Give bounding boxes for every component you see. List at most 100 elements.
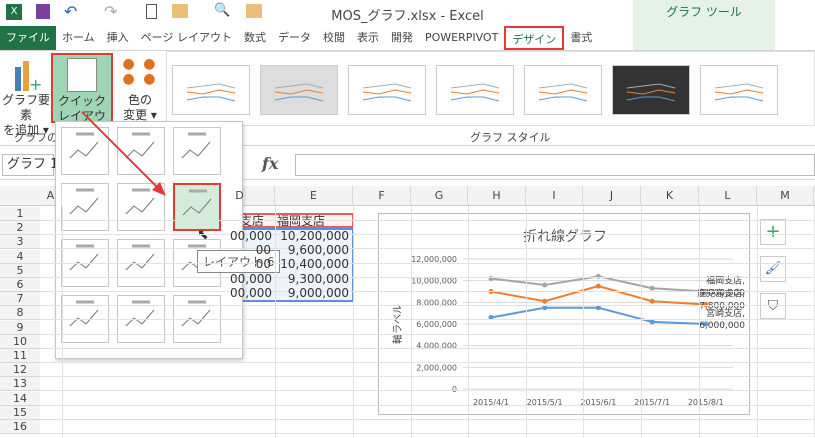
layout-option-3[interactable]	[173, 127, 221, 175]
layout-option-4[interactable]	[61, 183, 109, 231]
row-header-9[interactable]: 9	[0, 320, 40, 335]
tab-11[interactable]: 書式	[564, 26, 598, 50]
chart-style-6[interactable]	[612, 65, 690, 115]
name-box[interactable]: グラフ 1	[2, 154, 58, 176]
tab-1[interactable]: ホーム	[56, 26, 101, 50]
gridline	[468, 206, 469, 438]
column-header-L[interactable]: L	[699, 186, 757, 206]
tab-4[interactable]: 数式	[238, 26, 272, 50]
cell-d4[interactable]: 00	[230, 243, 274, 257]
cell-d2[interactable]: 支店	[240, 214, 275, 228]
gridline	[526, 206, 527, 438]
chart-element-icon: +	[11, 57, 42, 93]
change-colors-button[interactable]: ● ● ● ● 色の 変更 ▾	[118, 57, 162, 123]
chart-style-4[interactable]	[436, 65, 514, 115]
row-header-6[interactable]: 6	[0, 278, 40, 292]
row-header-12[interactable]: 12	[0, 363, 40, 378]
row-header-11[interactable]: 11	[0, 349, 40, 363]
gridline	[757, 206, 758, 438]
quick-layout-button[interactable]: クイックレイアウト ▾	[51, 53, 113, 138]
cell-d3[interactable]: 00,000	[230, 229, 274, 243]
ribbon-tabs: ファイル ホーム 挿入 ページ レイアウト 数式 データ 校閲 表示 開発 POWERPIVOT デ…	[0, 26, 815, 50]
row-header-5[interactable]: 5	[0, 263, 40, 278]
tab-10[interactable]: デザイン	[504, 26, 565, 50]
row-header-13[interactable]: 13	[0, 377, 40, 392]
gridline	[641, 206, 642, 438]
data-point	[542, 298, 548, 304]
group-label-styles: グラフ スタイル	[470, 131, 551, 144]
cell-d6[interactable]: 00,000	[230, 272, 274, 286]
add-chart-element-button[interactable]: + グラフ要素 を追加 ▾	[2, 57, 50, 138]
quick-layout-icon	[67, 58, 97, 92]
palette-icon: ● ● ● ●	[122, 56, 158, 87]
row-header-4[interactable]: 4	[0, 249, 40, 264]
x-tick-label: 2015/6/1	[580, 398, 616, 407]
chart-style-3[interactable]	[348, 65, 426, 115]
tab-2[interactable]: 挿入	[101, 26, 135, 50]
tab-0[interactable]: ファイル	[0, 26, 56, 50]
gridline	[353, 206, 354, 438]
y-tick-label: 4,000,000	[416, 342, 457, 351]
column-header-G[interactable]: G	[411, 186, 468, 206]
row-header-1[interactable]: 1	[0, 207, 40, 221]
row-header-3[interactable]: 3	[0, 235, 40, 250]
cell-e3[interactable]: 10,200,000	[277, 229, 352, 243]
column-header-H[interactable]: H	[468, 186, 526, 206]
cell-e2[interactable]: 福岡支店	[277, 214, 352, 228]
cell-e6[interactable]: 9,300,000	[277, 272, 352, 286]
chart-style-7[interactable]	[700, 65, 778, 115]
column-header-E[interactable]: E	[275, 186, 353, 206]
insert-function-icon[interactable]: fx	[262, 154, 278, 173]
tab-9[interactable]: POWERPIVOT	[419, 26, 504, 50]
chart-title: 折れ線グラフ	[523, 229, 607, 245]
data-point	[649, 285, 655, 291]
gridline	[411, 206, 412, 438]
chart-styles-gallery	[166, 51, 815, 126]
label: クイック	[57, 94, 106, 108]
y-tick-label: 6,000,000	[416, 320, 457, 329]
chart-style-5[interactable]	[524, 65, 602, 115]
cell-e7[interactable]: 9,000,000	[277, 286, 352, 300]
data-label: 宮崎支店,	[706, 307, 745, 319]
data-label: 6,000,000	[699, 321, 745, 331]
data-point	[595, 283, 601, 289]
tab-3[interactable]: ページ レイアウト	[135, 26, 238, 50]
label: 色の	[127, 93, 152, 107]
tab-8[interactable]: 開発	[385, 26, 419, 50]
data-label: 鹿児島支店,	[697, 288, 745, 300]
row-header-16[interactable]: 16	[0, 420, 40, 434]
cell-e4[interactable]: 9,600,000	[277, 243, 352, 257]
tab-5[interactable]: データ	[272, 26, 317, 50]
column-header-D[interactable]: D	[205, 186, 275, 206]
row-header-14[interactable]: 14	[0, 391, 40, 406]
tab-7[interactable]: 表示	[351, 26, 385, 50]
column-header-M[interactable]: M	[757, 186, 814, 206]
column-header-A[interactable]: A	[40, 186, 62, 206]
tab-6[interactable]: 校閲	[317, 26, 351, 50]
layout-option-1[interactable]	[61, 127, 109, 175]
chart[interactable]: 折れ線グラフ軸ラベル02,000,0004,000,0006,000,0008,…	[378, 213, 750, 415]
formula-input[interactable]	[295, 154, 815, 176]
chart-style-1[interactable]	[172, 65, 250, 115]
chart-styles-brush-button[interactable]: 🖌	[760, 256, 786, 282]
row-header-10[interactable]: 10	[0, 334, 40, 349]
chart-elements-button[interactable]: +	[760, 219, 786, 245]
layout-option-2[interactable]	[117, 127, 165, 175]
row-header-8[interactable]: 8	[0, 306, 40, 321]
x-tick-label: 2015/4/1	[473, 398, 509, 407]
cell-d7[interactable]: 00,000	[230, 286, 274, 300]
column-header-I[interactable]: I	[526, 186, 583, 206]
column-header-K[interactable]: K	[641, 186, 699, 206]
column-header-J[interactable]: J	[583, 186, 641, 206]
row-header-15[interactable]: 15	[0, 405, 40, 420]
row-header-2[interactable]: 2	[0, 221, 40, 236]
x-tick-label: 2015/5/1	[527, 398, 563, 407]
cell-d5[interactable]: 00	[230, 257, 274, 271]
x-tick-label: 2015/8/1	[688, 398, 724, 407]
row-header-7[interactable]: 7	[0, 292, 40, 307]
layout-option-5[interactable]	[117, 183, 165, 231]
y-tick-label: 10,000,000	[411, 277, 457, 286]
cell-e5[interactable]: 10,400,000	[277, 257, 352, 271]
column-header-F[interactable]: F	[353, 186, 411, 206]
chart-style-2[interactable]	[260, 65, 338, 115]
